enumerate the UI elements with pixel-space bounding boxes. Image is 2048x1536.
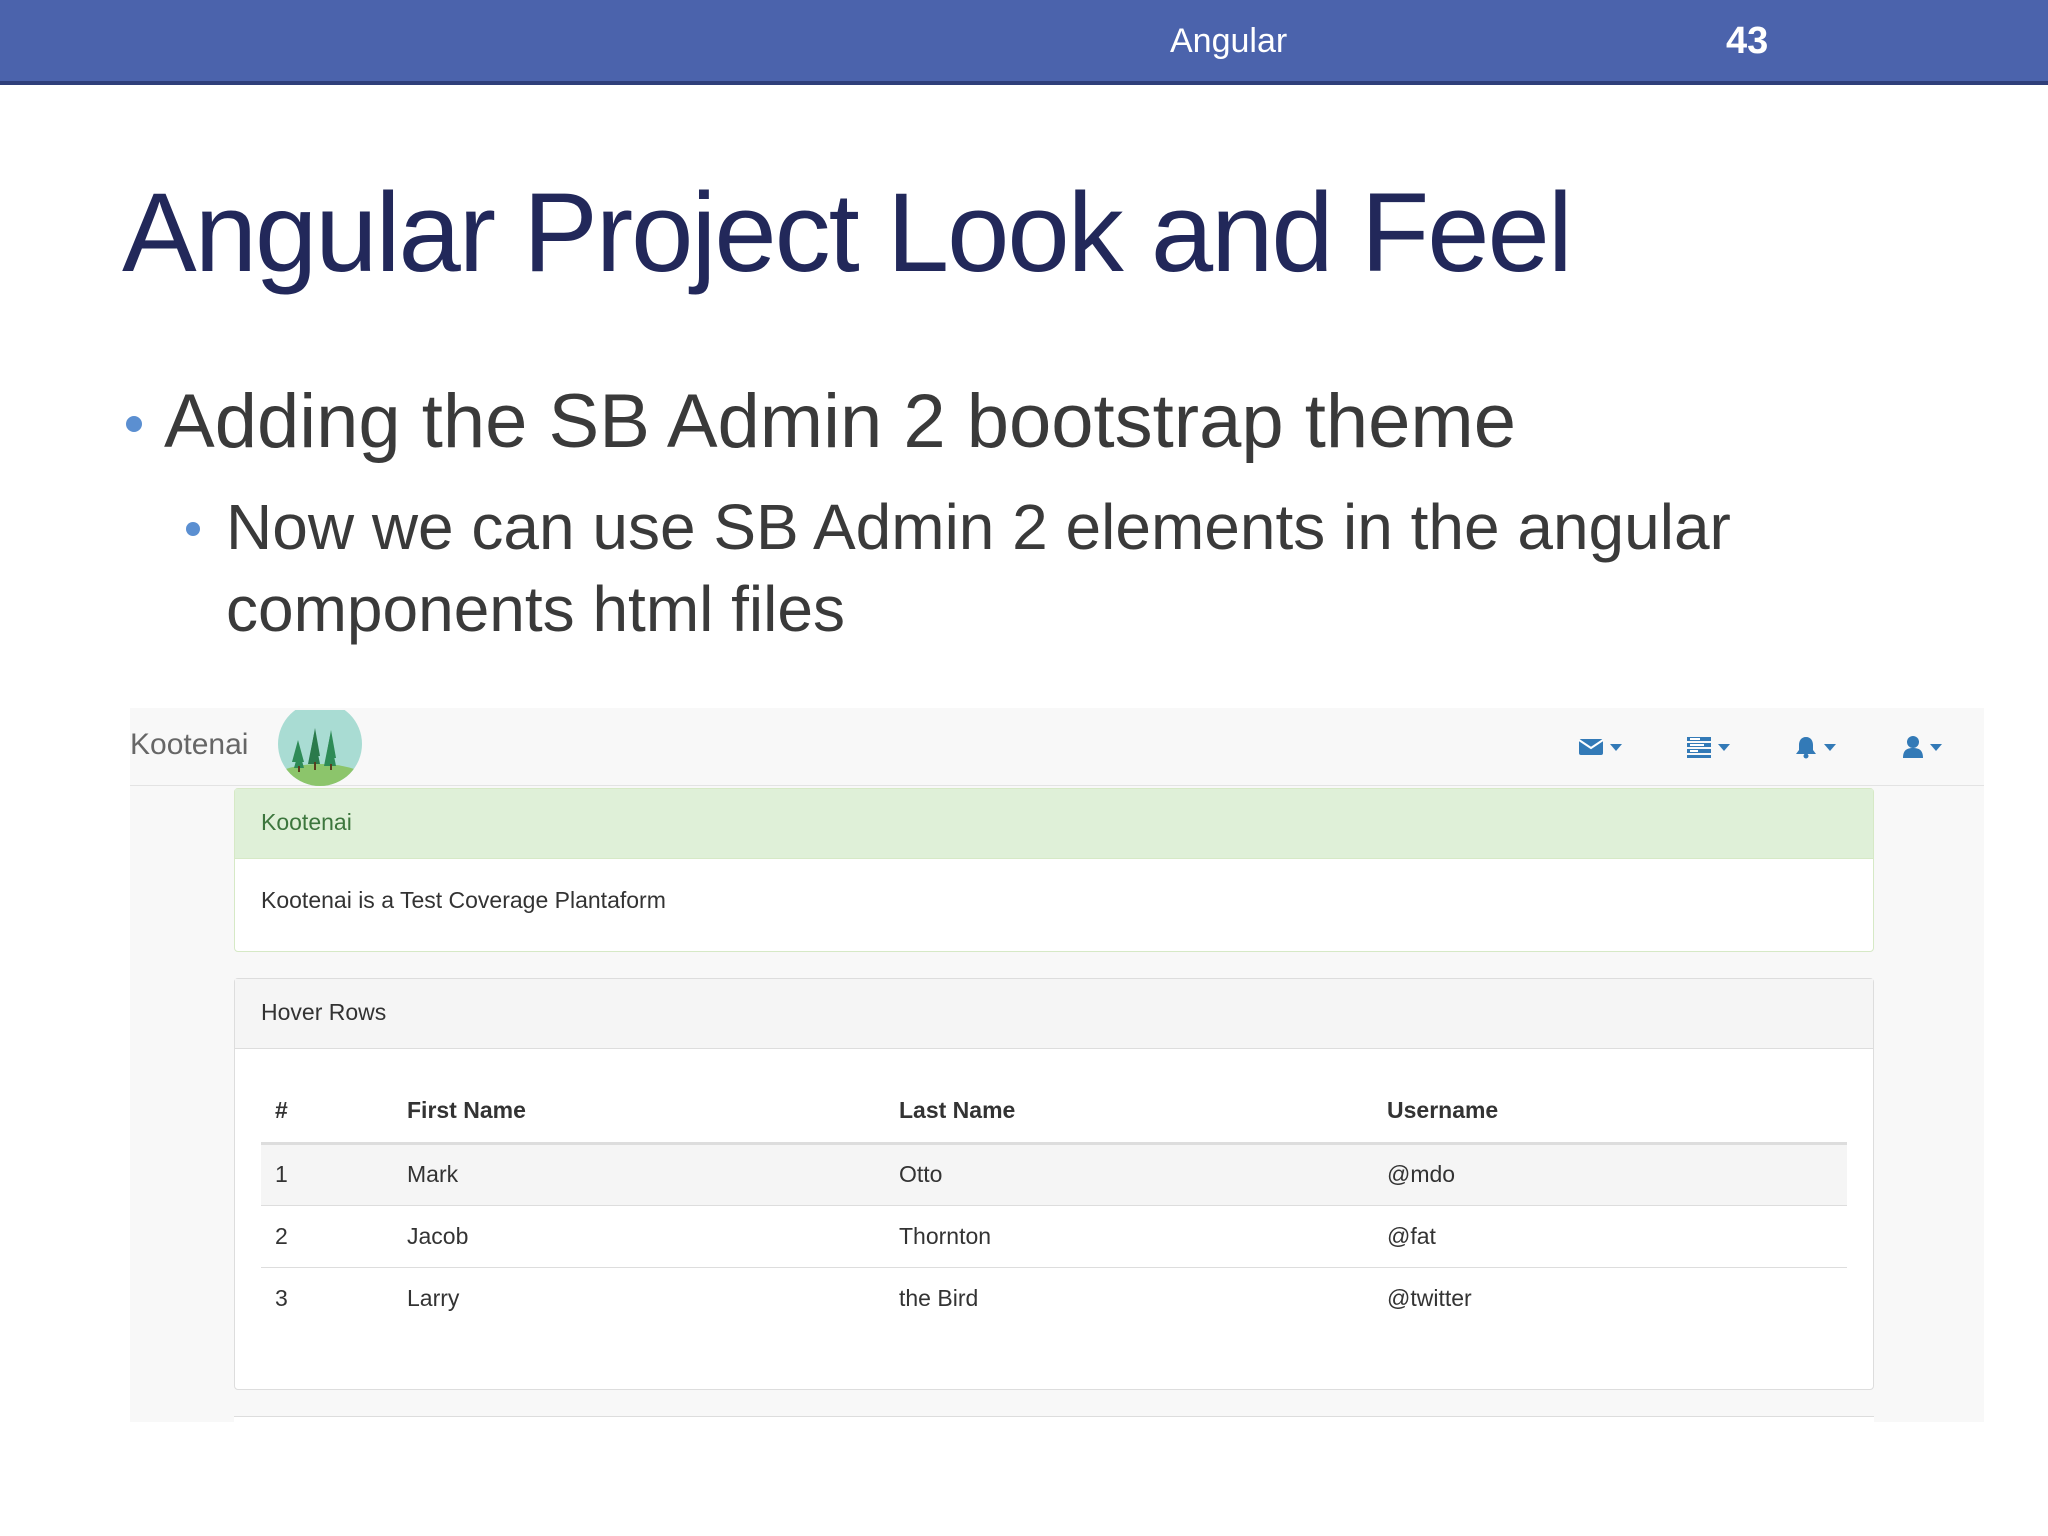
app-screenshot: Kootenai Kootenai Kootenai is a Test Cov… (130, 708, 1984, 1422)
slide-header-bar: Angular 43 (0, 0, 2048, 85)
success-panel: Kootenai Kootenai is a Test Coverage Pla… (234, 788, 1874, 952)
table-cell: Thornton (885, 1204, 1373, 1267)
table-cell: the Bird (885, 1266, 1373, 1329)
chevron-down-icon (1824, 743, 1836, 751)
tasks-dropdown[interactable] (1686, 730, 1730, 764)
tasks-icon (1687, 737, 1711, 758)
success-panel-body: Kootenai is a Test Coverage Plantaform (261, 887, 666, 913)
slide-page-number: 43 (1726, 20, 1769, 62)
table-cell: Larry (393, 1266, 885, 1329)
column-header: # (261, 1079, 393, 1145)
column-header: Last Name (885, 1079, 1373, 1145)
success-panel-heading: Kootenai (235, 789, 1873, 859)
table-cell: @mdo (1373, 1142, 1847, 1205)
hover-rows-panel: Hover Rows # First Name Last Name Userna… (234, 978, 1874, 1390)
bullet-text: Now we can use SB Admin 2 elements in th… (226, 491, 1731, 645)
table-cell: 2 (261, 1204, 393, 1267)
navbar-icon-group (130, 730, 1984, 770)
table-row[interactable]: 1 Mark Otto @mdo (261, 1142, 1847, 1205)
next-panel-edge (234, 1416, 1874, 1422)
slide-title: Angular Project Look and Feel (122, 170, 1573, 295)
table-cell: 1 (261, 1142, 393, 1205)
alerts-dropdown[interactable] (1794, 730, 1836, 764)
bullet-dot (186, 522, 200, 536)
table-cell: 3 (261, 1266, 393, 1329)
column-header: Username (1373, 1079, 1847, 1145)
hover-rows-heading: Hover Rows (235, 979, 1873, 1049)
chevron-down-icon (1718, 743, 1730, 751)
bullet-dot (126, 416, 142, 432)
table-row[interactable]: 2 Jacob Thornton @fat (261, 1204, 1847, 1267)
bullet-text: Adding the SB Admin 2 bootstrap theme (164, 379, 1516, 464)
user-dropdown[interactable] (1902, 730, 1942, 764)
envelope-icon (1578, 739, 1604, 755)
table-cell: @twitter (1373, 1266, 1847, 1329)
messages-dropdown[interactable] (1578, 730, 1622, 764)
user-icon (1903, 736, 1923, 758)
table-header-row: # First Name Last Name Username (261, 1079, 1847, 1145)
chevron-down-icon (1930, 743, 1942, 751)
slide-section-label: Angular (1170, 22, 1288, 60)
column-header: First Name (393, 1079, 885, 1145)
table-cell: Mark (393, 1142, 885, 1205)
table-cell: @fat (1373, 1204, 1847, 1267)
bell-icon (1796, 737, 1816, 759)
table-row[interactable]: 3 Larry the Bird @twitter (261, 1266, 1847, 1329)
hover-rows-table: # First Name Last Name Username 1 Mark O… (261, 1079, 1847, 1329)
table-cell: Jacob (393, 1204, 885, 1267)
chevron-down-icon (1610, 743, 1622, 751)
top-navbar: Kootenai (130, 708, 1984, 786)
table-cell: Otto (885, 1142, 1373, 1205)
